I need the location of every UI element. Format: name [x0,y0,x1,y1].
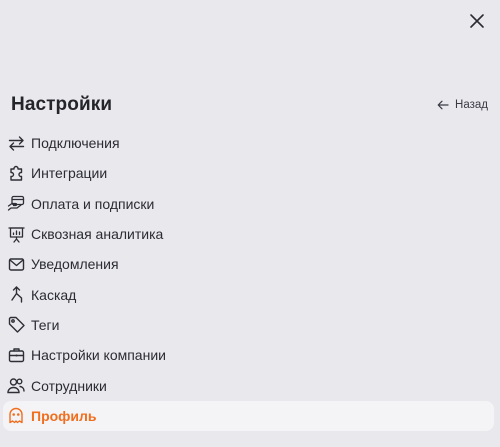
puzzle-icon [7,164,25,182]
tag-icon [7,316,25,334]
menu-item-label: Подключения [31,135,120,152]
menu-item-label: Уведомления [31,256,119,273]
page-title: Настройки [11,94,113,115]
menu-item-tags[interactable]: Теги [3,310,494,340]
settings-menu: Подключения Интеграции Оплата и подписки… [3,128,494,431]
menu-item-label: Настройки компании [31,347,166,364]
close-icon [469,13,485,29]
menu-item-analytics[interactable]: Сквозная аналитика [3,219,494,249]
settings-header: Настройки Назад [11,94,488,116]
presentation-chart-icon [7,225,25,243]
envelope-icon [7,255,25,273]
menu-item-profile[interactable]: Профиль [3,400,494,431]
menu-item-label: Каскад [31,286,77,303]
ghost-icon [7,407,25,425]
back-button[interactable]: Назад [437,99,488,111]
menu-item-label: Сквозная аналитика [31,226,164,243]
menu-item-label: Теги [31,316,60,333]
menu-item-connections[interactable]: Подключения [3,128,494,158]
close-button[interactable] [466,10,488,32]
menu-item-cascade[interactable]: Каскад [3,279,494,309]
menu-item-employees[interactable]: Сотрудники [3,370,494,400]
settings-panel: Настройки Назад Подключения Интеграции О… [0,0,500,447]
back-label: Назад [455,99,488,111]
payment-icon [7,195,25,213]
menu-item-company-settings[interactable]: Настройки компании [3,340,494,370]
menu-item-label: Оплата и подписки [31,195,155,212]
menu-item-label: Профиль [31,407,97,424]
arrows-swap-icon [7,134,25,152]
briefcase-icon [7,346,25,364]
menu-item-label: Интеграции [31,165,108,182]
arrow-left-icon [437,100,449,110]
menu-item-notifications[interactable]: Уведомления [3,249,494,279]
menu-item-integrations[interactable]: Интеграции [3,158,494,188]
menu-item-payments[interactable]: Оплата и подписки [3,189,494,219]
menu-item-label: Сотрудники [31,377,107,394]
users-icon [7,377,25,395]
cascade-icon [7,286,25,304]
